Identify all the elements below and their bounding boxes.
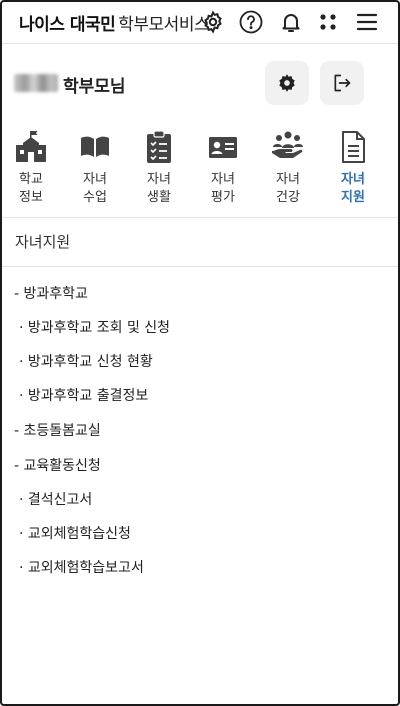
- menu-label-child-health: 자녀 건강: [276, 172, 300, 205]
- bell-icon[interactable]: [278, 9, 304, 35]
- help-icon[interactable]: [238, 9, 264, 35]
- tree-item-field-trip-report[interactable]: · 교외체험학습보고서: [19, 557, 144, 577]
- id-card-icon: [209, 137, 237, 158]
- brand-title[interactable]: 나이스 대국민 학부모서비스: [19, 10, 210, 35]
- menu-item-child-evaluation[interactable]: 자녀 평가: [193, 130, 253, 207]
- menu-item-child-life[interactable]: 자녀 생활: [129, 130, 189, 207]
- blurred-student-name: [14, 74, 58, 92]
- parent-label: 학부모님: [63, 77, 126, 97]
- profile-bar: 학부모님: [0, 44, 400, 120]
- menu-item-school-info[interactable]: 학교 정보: [1, 130, 61, 207]
- brand-sub-label: 학부모서비스: [118, 15, 210, 35]
- clipboard-icon: [147, 130, 171, 163]
- menu-item-child-support[interactable]: 자녀 지원: [323, 130, 383, 207]
- settings-gear-icon[interactable]: [265, 61, 309, 105]
- apps-icon[interactable]: [315, 9, 341, 35]
- menu-label-child-support: 자녀 지원: [341, 172, 365, 205]
- menu-icon[interactable]: [354, 9, 380, 35]
- menu-item-child-health[interactable]: 자녀 건강: [258, 130, 318, 207]
- book-icon: [81, 136, 109, 157]
- category-menu: 학교 정보 자녀 수업 자녀 생활 자녀 평가 자녀 건강 자녀 지원: [0, 120, 400, 218]
- menu-label-child-evaluation: 자녀 평가: [211, 172, 235, 205]
- tree-item-afterschool-attendance[interactable]: · 방과후학교 출결정보: [19, 385, 148, 405]
- tree-item-afterschool[interactable]: - 방과후학교: [14, 283, 88, 303]
- menu-label-child-life: 자녀 생활: [147, 172, 171, 205]
- tree-item-field-trip-apply[interactable]: · 교외체험학습신청: [19, 523, 131, 543]
- tree-item-education-activity[interactable]: - 교육활동신청: [14, 455, 101, 475]
- document-icon: [342, 131, 365, 163]
- menu-label-school-info: 학교 정보: [19, 172, 43, 205]
- brand-main-label: 나이스 대국민: [19, 15, 116, 35]
- logout-icon[interactable]: [320, 61, 364, 105]
- tree-item-absence-report[interactable]: · 결석신고서: [19, 489, 92, 509]
- app-header: 나이스 대국민 학부모서비스: [0, 0, 400, 44]
- tree-item-elementary-care[interactable]: - 초등돌봄교실: [14, 420, 101, 440]
- tree-item-afterschool-apply[interactable]: · 방과후학교 조회 및 신청: [19, 317, 170, 337]
- school-icon: [16, 131, 46, 162]
- menu-item-child-class[interactable]: 자녀 수업: [65, 130, 125, 207]
- section-title: 자녀지원: [0, 219, 400, 267]
- tree-item-afterschool-status[interactable]: · 방과후학교 신청 현황: [19, 351, 153, 371]
- health-care-icon: [272, 131, 303, 158]
- gear-icon[interactable]: [200, 9, 226, 35]
- menu-label-child-class: 자녀 수업: [83, 172, 107, 205]
